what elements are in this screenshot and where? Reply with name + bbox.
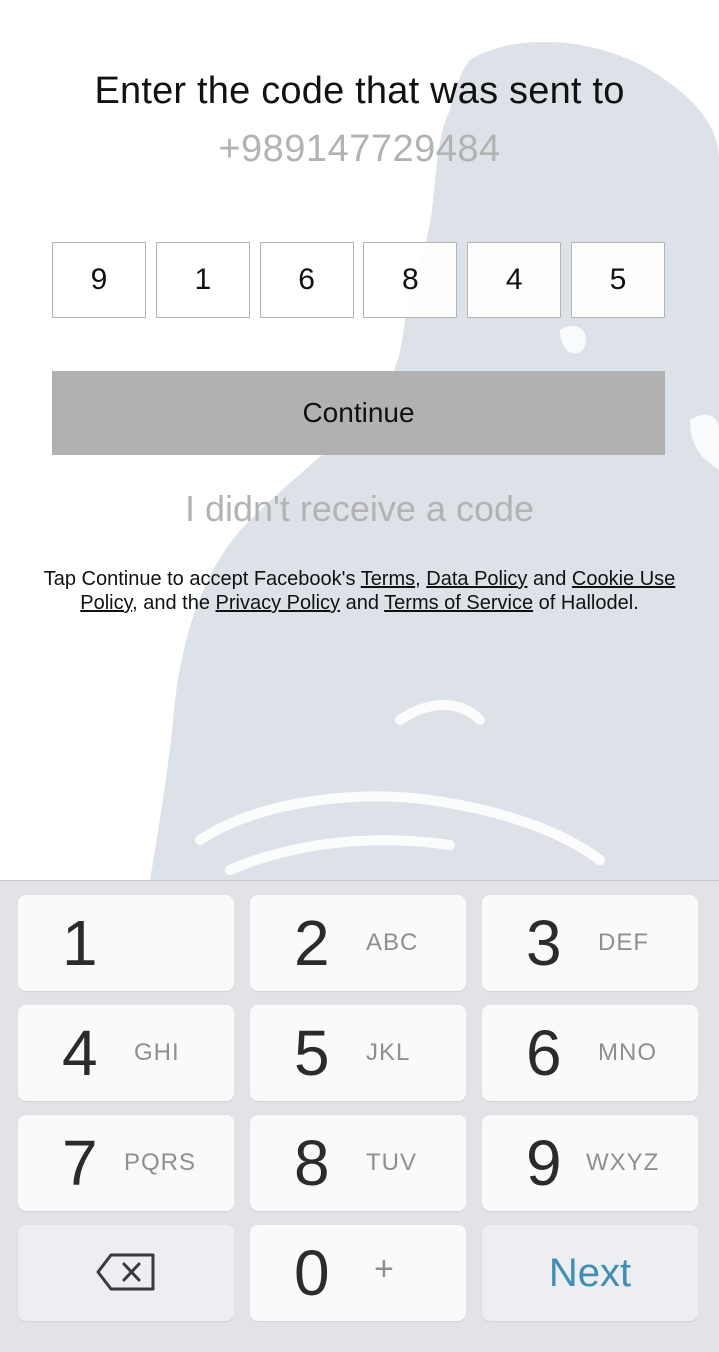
verification-screen: Enter the code that was sent to +9891477…: [0, 0, 719, 1352]
next-label: Next: [548, 1250, 632, 1295]
page-title: Enter the code that was sent to: [94, 70, 625, 112]
legal-and-the: , and the: [132, 592, 216, 614]
key-2[interactable]: 2 ABC: [250, 895, 466, 991]
code-digit-field-5[interactable]: 4: [467, 242, 562, 318]
key-digit: 5: [294, 1017, 330, 1089]
key-7[interactable]: 7 PQRS: [18, 1115, 234, 1211]
key-digit: 8: [294, 1127, 330, 1199]
privacy-policy-link[interactable]: Privacy Policy: [216, 592, 340, 614]
key-6[interactable]: 6 MNO: [482, 1005, 698, 1101]
key-3[interactable]: 3 DEF: [482, 895, 698, 991]
code-digit-field-2[interactable]: 1: [155, 242, 250, 318]
key-9[interactable]: 9 WXYZ: [482, 1115, 698, 1211]
code-digit-field-1[interactable]: 9: [52, 242, 146, 318]
key-digit: 3: [526, 907, 562, 979]
legal-notice: Tap Continue to accept Facebook's Terms,…: [40, 567, 679, 615]
legal-and-2: and: [340, 592, 385, 614]
key-letters: WXYZ: [586, 1149, 660, 1176]
key-8[interactable]: 8 TUV: [250, 1115, 466, 1211]
key-letters: DEF: [598, 929, 649, 956]
key-digit: 2: [294, 907, 330, 979]
key-letters: GHI: [134, 1039, 180, 1066]
key-1[interactable]: 1: [18, 895, 234, 991]
continue-button[interactable]: Continue: [52, 371, 665, 455]
code-digit-field-3[interactable]: 6: [259, 242, 354, 318]
code-input-row: 9 1 6 8 4 5: [52, 242, 665, 320]
key-0[interactable]: 0 +: [250, 1225, 466, 1321]
key-5[interactable]: 5 JKL: [250, 1005, 466, 1101]
numeric-keyboard: 1 2 ABC 3 DEF 4 GHI 5 JKL 6 MNO 7 PQRS 8…: [0, 880, 719, 1352]
key-digit: 7: [62, 1127, 98, 1199]
key-letters: JKL: [366, 1039, 411, 1066]
key-digit: 1: [62, 907, 98, 979]
data-policy-link[interactable]: Data Policy: [426, 568, 527, 590]
key-letters: TUV: [366, 1149, 417, 1176]
legal-suffix: of Hallodel.: [533, 592, 639, 614]
legal-and: and: [527, 568, 572, 590]
legal-separator: ,: [415, 568, 427, 590]
code-digit-field-6[interactable]: 5: [570, 242, 665, 318]
key-letters: PQRS: [124, 1149, 197, 1176]
key-digit: 0: [294, 1237, 330, 1309]
key-digit: 9: [526, 1127, 562, 1199]
key-digit: 4: [62, 1017, 98, 1089]
key-4[interactable]: 4 GHI: [18, 1005, 234, 1101]
key-digit: 6: [526, 1017, 562, 1089]
terms-of-service-link[interactable]: Terms of Service: [384, 592, 533, 614]
backspace-icon: [96, 1253, 155, 1291]
legal-prefix: Tap Continue to accept Facebook's: [43, 568, 361, 590]
terms-link[interactable]: Terms: [361, 568, 415, 590]
resend-code-link[interactable]: I didn't receive a code: [0, 488, 719, 530]
next-key[interactable]: Next: [482, 1225, 698, 1321]
key-letters: MNO: [598, 1039, 657, 1066]
key-letters: +: [374, 1250, 395, 1288]
code-digit-field-4[interactable]: 8: [363, 242, 458, 318]
backspace-key[interactable]: [18, 1225, 234, 1321]
phone-number: +989147729484: [218, 128, 501, 170]
key-letters: ABC: [366, 929, 419, 956]
